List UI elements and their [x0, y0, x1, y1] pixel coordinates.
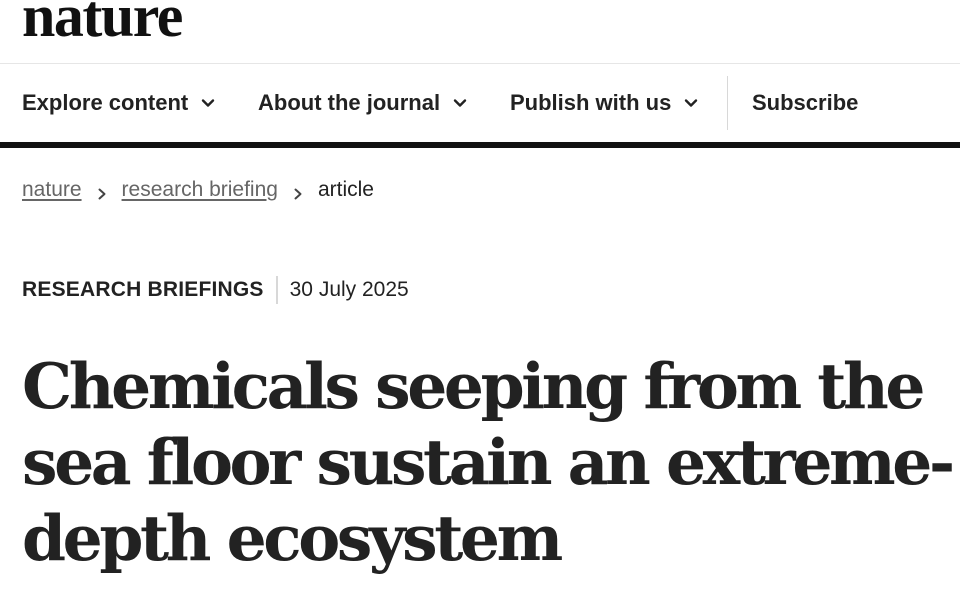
- chevron-right-icon: [292, 183, 304, 200]
- main-nav: Explore content About the journal Publis…: [0, 64, 960, 148]
- nav-label: Publish with us: [510, 90, 672, 115]
- site-header: nature: [0, 0, 960, 64]
- nav-publish-with-us[interactable]: Publish with us: [510, 64, 699, 142]
- chevron-down-icon: [683, 95, 699, 111]
- subscribe-link[interactable]: Subscribe: [752, 64, 858, 142]
- subscribe-label: Subscribe: [752, 90, 859, 115]
- chevron-right-icon: [96, 183, 108, 200]
- breadcrumb-item-nature[interactable]: nature: [22, 178, 82, 202]
- chevron-down-icon: [452, 95, 468, 111]
- article-type: RESEARCH BRIEFINGS: [22, 278, 264, 301]
- nav-label: About the journal: [258, 90, 441, 115]
- nature-logo[interactable]: nature: [22, 0, 183, 46]
- breadcrumb: nature research briefing article: [22, 176, 374, 204]
- breadcrumb-item-article: article: [317, 178, 374, 201]
- nav-about-the-journal[interactable]: About the journal: [258, 64, 468, 142]
- article-title: Chemicals seeping from the sea floor sus…: [22, 349, 955, 575]
- breadcrumb-item-research-briefing[interactable]: research briefing: [122, 178, 278, 202]
- nav-label: Explore content: [22, 90, 189, 115]
- chevron-down-icon: [200, 95, 216, 111]
- nav-divider: [727, 76, 728, 130]
- publication-date: 30 July 2025: [289, 278, 409, 301]
- meta-divider: [275, 276, 278, 304]
- nav-explore-content[interactable]: Explore content: [22, 64, 216, 142]
- article-meta: RESEARCH BRIEFINGS 30 July 2025: [22, 276, 409, 304]
